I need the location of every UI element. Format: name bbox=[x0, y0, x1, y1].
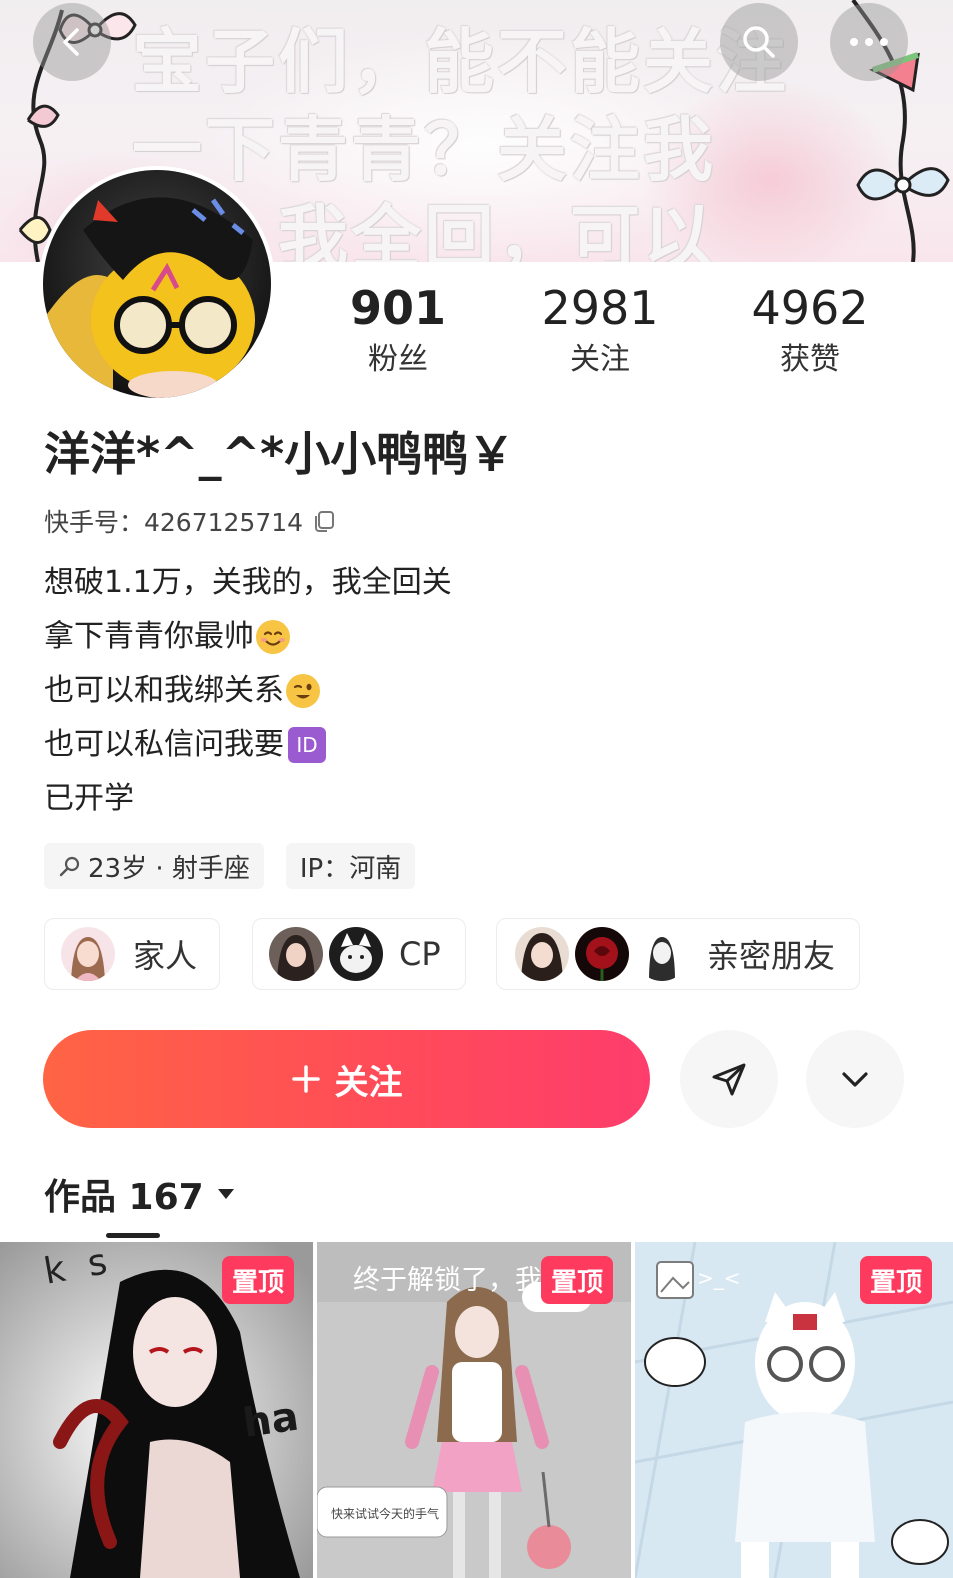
copy-icon[interactable] bbox=[311, 508, 337, 534]
chevron-left-icon bbox=[63, 28, 79, 56]
works-label: 作品 167 bbox=[44, 1177, 204, 1218]
friend-avatar bbox=[635, 927, 689, 981]
id-button-emoji-icon: ID bbox=[288, 727, 326, 763]
pinned-badge: 置顶 bbox=[541, 1256, 614, 1304]
stat-likes[interactable]: 4962 获赞 bbox=[725, 280, 895, 382]
profile-tags: 23岁 · 射手座 IP：河南 bbox=[44, 843, 416, 889]
cp-avatar bbox=[329, 927, 383, 981]
relation-family[interactable]: 家人 bbox=[44, 918, 220, 990]
bio-line: 拿下青青你最帅 bbox=[44, 610, 452, 664]
back-button[interactable] bbox=[33, 3, 111, 81]
stat-fans[interactable]: 901 粉丝 bbox=[313, 280, 483, 382]
age-constellation-tag: 23岁 · 射手座 bbox=[44, 843, 264, 889]
work-item[interactable]: 快来试试今天的手气 终于解锁了，我 置顶 bbox=[317, 1242, 631, 1578]
smiling-face-emoji-icon bbox=[256, 620, 290, 654]
likes-label: 获赞 bbox=[780, 342, 840, 377]
avatar[interactable] bbox=[43, 170, 271, 398]
fans-label: 粉丝 bbox=[368, 342, 428, 377]
ip-location-tag: IP：河南 bbox=[285, 843, 416, 889]
zodiac-search-icon bbox=[59, 856, 80, 877]
nickname: 洋洋*^_^*小小鸭鸭￥ bbox=[44, 427, 515, 481]
friend-avatar bbox=[515, 927, 569, 981]
works-tab-indicator bbox=[106, 1233, 160, 1238]
work-item[interactable]: >_< 置顶 bbox=[635, 1242, 953, 1578]
expand-button[interactable] bbox=[806, 1030, 904, 1128]
bio-line: 也可以和我绑关系 bbox=[44, 664, 452, 718]
relation-label: 亲密朋友 bbox=[707, 937, 836, 975]
relation-label: CP bbox=[399, 935, 441, 973]
caret-down-icon bbox=[217, 1189, 234, 1199]
more-dots-icon bbox=[850, 38, 888, 46]
svg-text:快来试试今天的手气: 快来试试今天的手气 bbox=[331, 1506, 439, 1521]
relation-close-friends[interactable]: 亲密朋友 bbox=[496, 918, 860, 990]
fans-count: 901 bbox=[349, 281, 447, 335]
bio: 想破1.1万，关我的，我全回关 拿下青青你最帅 也可以和我绑关系 也可以私信问我… bbox=[44, 556, 452, 826]
bio-line: 已开学 bbox=[44, 781, 134, 816]
following-label: 关注 bbox=[570, 342, 630, 377]
pinned-badge: 置顶 bbox=[860, 1256, 933, 1304]
plus-icon bbox=[291, 1065, 320, 1093]
cp-avatar bbox=[269, 927, 323, 981]
likes-count: 4962 bbox=[751, 281, 869, 335]
user-id: 快手号：4267125714 bbox=[44, 508, 304, 537]
follow-label: 关注 bbox=[334, 1062, 403, 1103]
winking-face-emoji-icon bbox=[286, 674, 320, 708]
more-button[interactable] bbox=[830, 3, 908, 81]
share-button[interactable] bbox=[680, 1030, 778, 1128]
following-count: 2981 bbox=[541, 281, 659, 335]
bio-line: 想破1.1万，关我的，我全回关 bbox=[44, 565, 452, 600]
search-button[interactable] bbox=[720, 3, 798, 81]
work-overlay-text: >_< bbox=[697, 1266, 741, 1290]
work-item[interactable]: ha k s 置顶 bbox=[0, 1242, 313, 1578]
stat-following[interactable]: 2981 关注 bbox=[515, 280, 685, 382]
relation-cp[interactable]: CP bbox=[252, 918, 466, 990]
follow-button[interactable]: 关注 bbox=[43, 1030, 650, 1128]
friend-avatar bbox=[575, 927, 629, 981]
user-id-row: 快手号：4267125714 bbox=[44, 503, 337, 539]
relation-label: 家人 bbox=[133, 937, 198, 975]
works-grid: ha k s 置顶 快来试试今天的手气 终于解锁了，我 置顶 >_< 置顶 bbox=[0, 1242, 953, 1578]
bio-line: 也可以私信问我要 ID bbox=[44, 718, 452, 772]
send-icon bbox=[712, 1063, 746, 1096]
svg-text:ha: ha bbox=[240, 1394, 301, 1447]
work-overlay-text: 终于解锁了，我 bbox=[353, 1265, 542, 1296]
family-avatar bbox=[61, 927, 115, 981]
search-icon bbox=[743, 26, 775, 58]
chevron-down-icon bbox=[842, 1072, 868, 1087]
pinned-badge: 置顶 bbox=[222, 1256, 295, 1304]
avatar-image bbox=[43, 170, 271, 398]
works-tab[interactable]: 作品 167 bbox=[44, 1168, 236, 1220]
